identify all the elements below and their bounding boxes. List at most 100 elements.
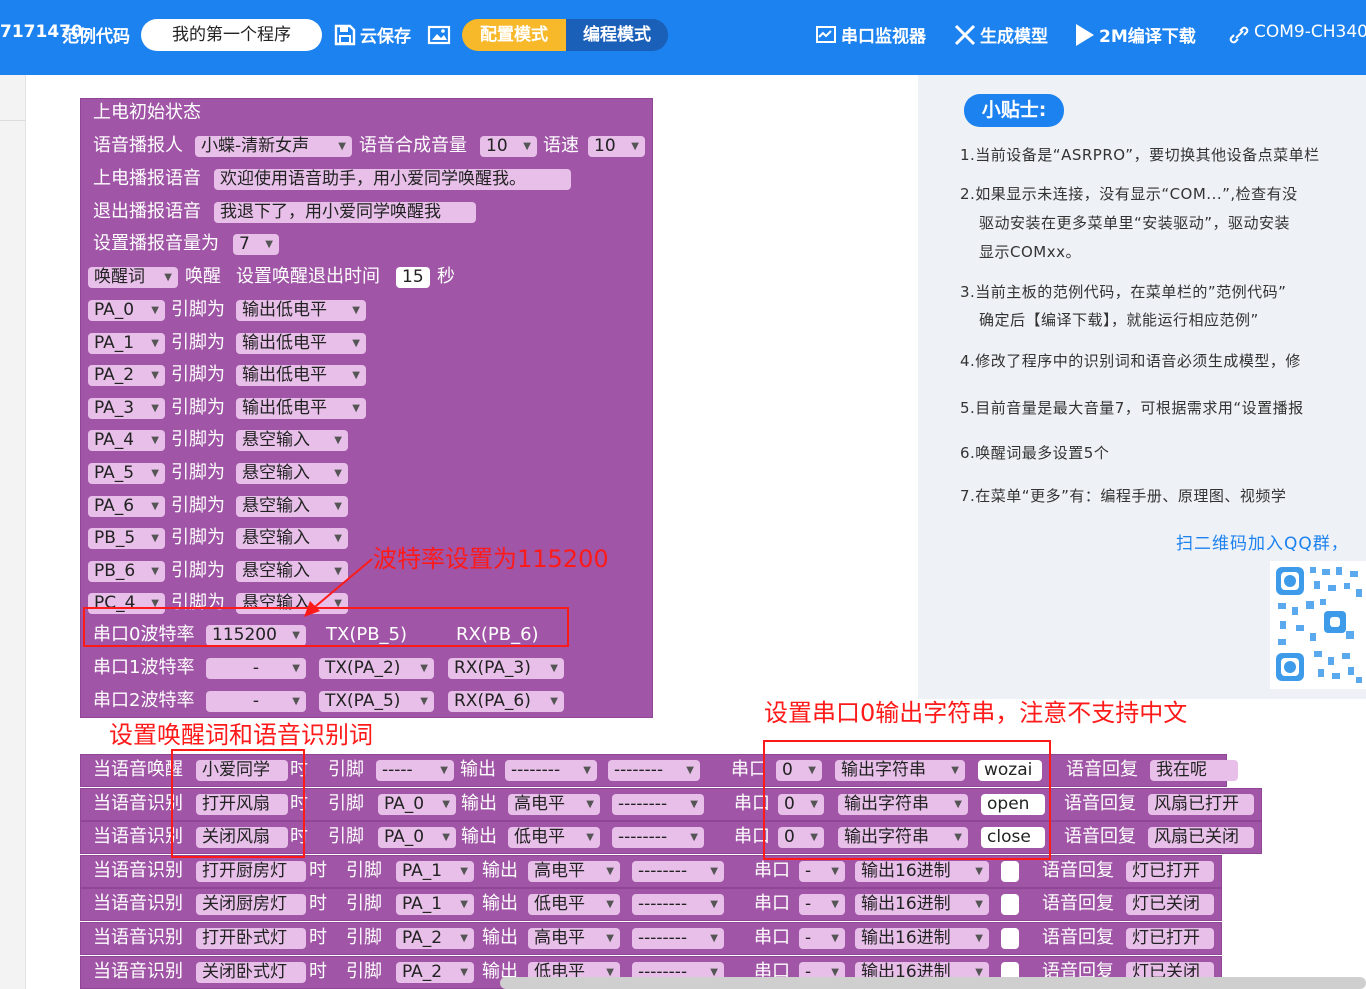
uart-rx-dropdown[interactable]: RX(PA_3) ▼ xyxy=(448,658,564,679)
event-reply-label: 语音回复 xyxy=(1042,927,1114,948)
event-pin-dropdown[interactable]: PA_0 ▼ xyxy=(378,827,456,849)
event-word-field[interactable]: 关闭卧式灯 xyxy=(196,961,306,983)
event-level-dropdown[interactable]: 高电平 ▼ xyxy=(528,928,620,949)
event-output-value-input[interactable] xyxy=(1001,860,1019,882)
floppy-icon[interactable] xyxy=(333,23,357,51)
event-extra-dropdown[interactable]: -------- ▼ xyxy=(608,760,700,781)
port-selector[interactable]: COM9-CH340 xyxy=(1254,22,1366,42)
monitor-icon xyxy=(815,24,837,50)
compile-download-button[interactable]: 2M编译下载 xyxy=(1099,22,1196,47)
event-word-field[interactable]: 打开厨房灯 xyxy=(196,860,306,882)
pin-dropdown[interactable]: PB_5 ▼ xyxy=(88,528,165,550)
horizontal-scrollbar[interactable] xyxy=(500,977,1366,989)
speed-label: 语速 xyxy=(543,135,579,156)
wake-timeout-input[interactable]: 15 xyxy=(396,267,430,288)
serial-monitor-button[interactable]: 串口监视器 xyxy=(841,22,926,47)
pin-mode-dropdown[interactable]: 输出低电平 ▼ xyxy=(236,397,366,419)
uart-baud-dropdown[interactable]: - ▼ xyxy=(206,691,306,712)
event-pin-dropdown[interactable]: PA_1 ▼ xyxy=(396,860,474,882)
uart-rx-dropdown[interactable]: RX(PA_6) ▼ xyxy=(448,691,564,712)
event-pin-dropdown[interactable]: PA_2 ▼ xyxy=(396,928,474,949)
pin-mode-dropdown[interactable]: 悬空输入 ▼ xyxy=(236,528,348,550)
event-uart-label: 串口 xyxy=(754,927,790,948)
event-reply-field[interactable]: 灯已关闭 xyxy=(1126,894,1214,916)
event-output-mode-dropdown[interactable]: 输出16进制 ▼ xyxy=(855,894,989,916)
event-pin-dropdown[interactable]: PA_1 ▼ xyxy=(396,894,474,916)
annotation-wake: 设置唤醒词和语音识别词 xyxy=(109,721,373,749)
event-reply-field[interactable]: 灯已打开 xyxy=(1126,860,1214,882)
pin-dropdown[interactable]: PA_5 ▼ xyxy=(88,463,165,484)
boot-speech-label: 上电播报语音 xyxy=(93,168,201,189)
tip-line: 1.当前设备是“ASRPRO”，要切换其他设备点菜单栏 xyxy=(960,146,1320,164)
image-icon[interactable] xyxy=(427,23,451,51)
speed-dropdown[interactable]: 10 ▼ xyxy=(588,136,645,157)
program-mode-tab[interactable]: 编程模式 xyxy=(566,19,668,51)
event-output-value-input[interactable] xyxy=(1001,894,1019,916)
event-reply-field[interactable]: 风扇已打开 xyxy=(1148,793,1254,815)
pin-mode-dropdown[interactable]: 悬空输入 ▼ xyxy=(236,463,348,484)
event-reply-field[interactable]: 风扇已关闭 xyxy=(1148,827,1254,849)
event-reply-label: 语音回复 xyxy=(1064,792,1136,814)
qq-group-text: 扫二维码加入QQ群， xyxy=(1176,534,1349,554)
event-pin-label: 引脚 xyxy=(346,927,382,948)
event-word-field[interactable]: 打开卧式灯 xyxy=(196,928,306,949)
highlight-uart-output xyxy=(763,740,1051,860)
pin-dropdown[interactable]: PA_0 ▼ xyxy=(88,300,165,321)
event-uart-label: 串口 xyxy=(754,859,790,881)
event-reply-field[interactable]: 我在呢 xyxy=(1150,760,1238,781)
volume-dropdown[interactable]: 10 ▼ xyxy=(480,136,537,157)
play-volume-dropdown[interactable]: 7 ▼ xyxy=(233,234,279,255)
event-extra-dropdown[interactable]: -------- ▼ xyxy=(612,827,704,849)
pin-mode-dropdown[interactable]: 悬空输入 ▼ xyxy=(236,430,348,452)
pin-mode-dropdown[interactable]: 输出低电平 ▼ xyxy=(236,332,366,354)
event-level-dropdown[interactable]: 高电平 ▼ xyxy=(508,793,600,815)
wake-word-type-dropdown[interactable]: 唤醒词 ▼ xyxy=(88,267,178,288)
event-pin-dropdown[interactable]: PA_0 ▼ xyxy=(378,793,456,815)
event-pin-dropdown[interactable]: PA_2 ▼ xyxy=(396,961,474,983)
event-extra-dropdown[interactable]: -------- ▼ xyxy=(632,928,724,949)
uart-tx-dropdown[interactable]: TX(PA_5) ▼ xyxy=(319,691,434,712)
speaker-dropdown[interactable]: 小蝶-清新女声 ▼ xyxy=(195,136,352,157)
boot-speech-field[interactable]: 欢迎使用语音助手，用小爱同学唤醒我。 xyxy=(214,169,571,190)
generate-model-button[interactable]: 生成模型 xyxy=(980,22,1048,47)
pin-mode-dropdown[interactable]: 输出低电平 ▼ xyxy=(236,300,366,321)
event-uart-dropdown[interactable]: - ▼ xyxy=(799,860,845,882)
event-reply-field[interactable]: 灯已打开 xyxy=(1126,928,1214,949)
pin-dropdown[interactable]: PA_3 ▼ xyxy=(88,397,165,419)
tip-line: 5.目前音量是最大音量7，可根据需求用“设置播报 xyxy=(960,399,1304,417)
event-uart-dropdown[interactable]: - ▼ xyxy=(799,928,845,949)
config-mode-tab[interactable]: 配置模式 xyxy=(462,19,566,51)
event-output-value-input[interactable] xyxy=(1001,928,1019,949)
examples-menu[interactable]: 范例代码 xyxy=(62,22,130,47)
event-extra-dropdown[interactable]: -------- ▼ xyxy=(632,894,724,916)
event-type-label: 当语音唤醒 xyxy=(93,759,183,780)
event-level-dropdown[interactable]: 高电平 ▼ xyxy=(528,860,620,882)
event-extra-dropdown[interactable]: -------- ▼ xyxy=(632,860,724,882)
event-uart-dropdown[interactable]: - ▼ xyxy=(799,894,845,916)
event-level-dropdown[interactable]: 低电平 ▼ xyxy=(508,827,600,849)
volume-label: 语音合成音量 xyxy=(359,135,467,156)
event-pin-dropdown[interactable]: ----- ▼ xyxy=(376,760,454,781)
event-type-label: 当语音识别 xyxy=(93,927,183,948)
pin-dropdown[interactable]: PA_2 ▼ xyxy=(88,365,165,387)
event-type-label: 当语音识别 xyxy=(93,960,183,982)
pin-mode-dropdown[interactable]: 悬空输入 ▼ xyxy=(236,495,348,517)
pin-mode-dropdown[interactable]: 输出低电平 ▼ xyxy=(236,365,366,387)
event-output-mode-dropdown[interactable]: 输出16进制 ▼ xyxy=(855,860,989,882)
program-name-input[interactable]: 我的第一个程序 xyxy=(141,19,322,51)
event-row: 当语音识别 关闭厨房灯时引脚 PA_1 ▼ 输出 低电平 ▼ -------- ▼ 串口 - ▼ 输出1… xyxy=(0,889,1280,919)
event-output-label: 输出 xyxy=(482,893,518,915)
exit-speech-field[interactable]: 我退下了，用小爱同学唤醒我 xyxy=(214,202,476,223)
pin-dropdown[interactable]: PA_6 ▼ xyxy=(88,495,165,517)
cloud-save-button[interactable]: 云保存 xyxy=(360,22,411,47)
pin-dropdown[interactable]: PA_4 ▼ xyxy=(88,430,165,452)
event-level-dropdown[interactable]: 低电平 ▼ xyxy=(528,894,620,916)
event-extra-dropdown[interactable]: -------- ▼ xyxy=(612,793,704,815)
event-word-field[interactable]: 关闭厨房灯 xyxy=(196,894,306,916)
pin-dropdown[interactable]: PA_1 ▼ xyxy=(88,332,165,354)
uart-baud-dropdown[interactable]: - ▼ xyxy=(206,658,306,679)
event-level-dropdown[interactable]: -------- ▼ xyxy=(505,760,597,781)
uart-tx-dropdown[interactable]: TX(PA_2) ▼ xyxy=(319,658,434,679)
pin-dropdown[interactable]: PB_6 ▼ xyxy=(88,560,165,582)
event-output-mode-dropdown[interactable]: 输出16进制 ▼ xyxy=(855,928,989,949)
